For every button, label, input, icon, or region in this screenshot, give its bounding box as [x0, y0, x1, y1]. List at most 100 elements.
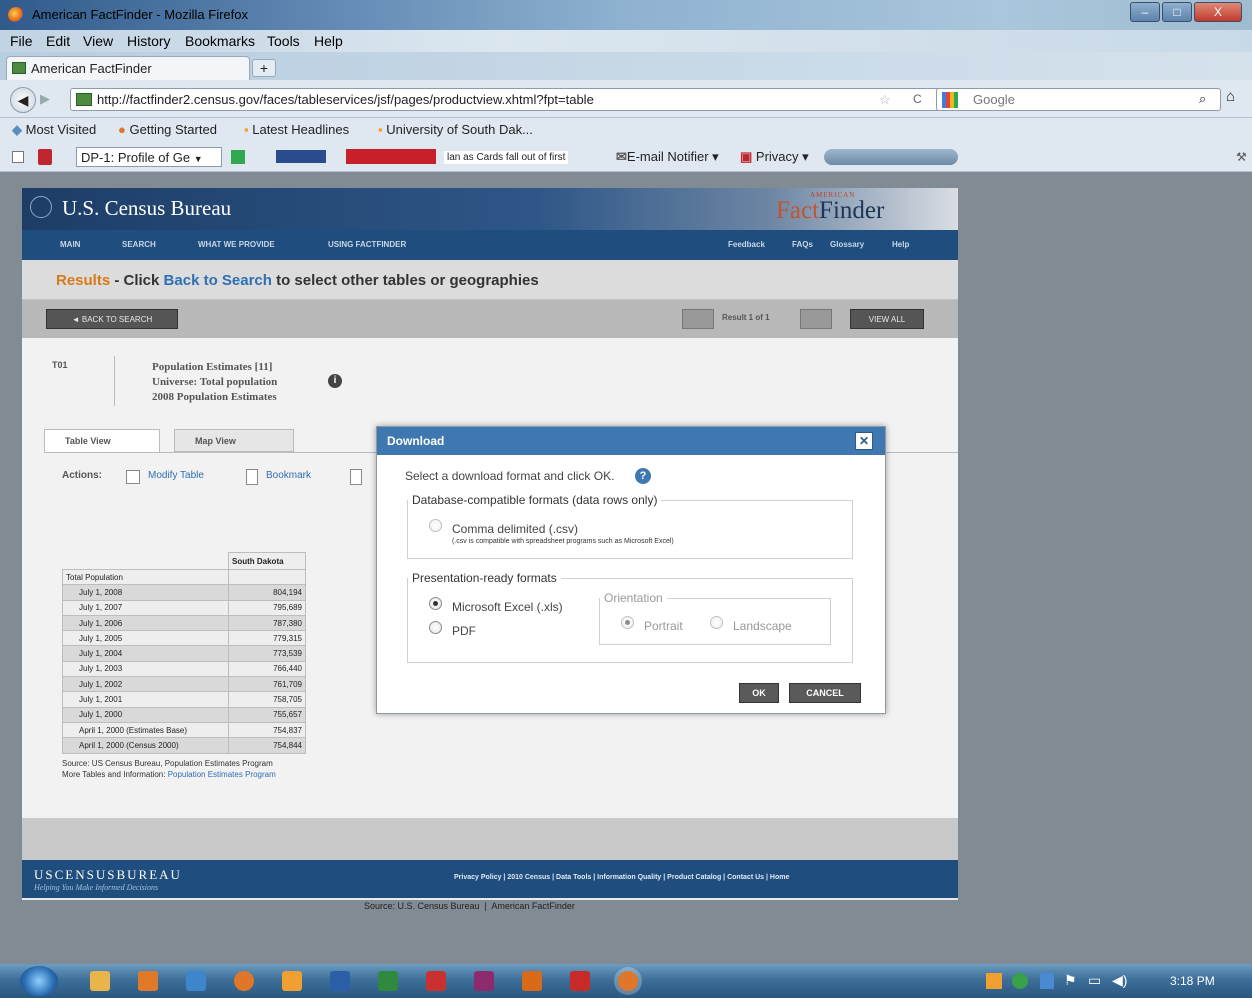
back-to-search-link[interactable]: Back to Search	[164, 272, 272, 289]
word-icon[interactable]	[330, 971, 350, 991]
xls-radio[interactable]	[429, 597, 442, 610]
nav-help[interactable]: Help	[892, 240, 909, 249]
bookmark-getting-started[interactable]: ● Getting Started	[118, 122, 217, 137]
network-icon[interactable]: ▭	[1088, 972, 1101, 989]
view-all-button[interactable]: VIEW ALL	[850, 309, 924, 329]
landscape-radio[interactable]	[710, 616, 723, 629]
menu-tools[interactable]: Tools	[267, 33, 300, 49]
acrobat-icon[interactable]	[426, 971, 446, 991]
tray-outlook-icon[interactable]	[986, 973, 1002, 989]
previous-result-button[interactable]	[682, 309, 714, 329]
tray-update-icon[interactable]	[1012, 973, 1028, 989]
nav-using-factfinder[interactable]: USING FACTFINDER	[328, 240, 406, 249]
volume-icon[interactable]: ◀)	[1112, 972, 1127, 989]
flag-icon[interactable]: ⚑	[1064, 972, 1077, 989]
tray-shield-icon[interactable]	[1040, 973, 1054, 989]
addon-slider[interactable]	[824, 149, 958, 165]
download-icon[interactable]	[350, 469, 362, 485]
wrench-icon[interactable]: ⚒	[1236, 150, 1247, 164]
search-box[interactable]: Google ⌕	[936, 88, 1221, 111]
nav-faqs[interactable]: FAQs	[792, 240, 813, 249]
cardinals-logo-icon[interactable]	[346, 149, 436, 164]
footer-logo[interactable]: USCENSUSBUREAU	[34, 867, 182, 883]
outlook-icon[interactable]	[282, 971, 302, 991]
next-result-button[interactable]	[800, 309, 832, 329]
footer-home[interactable]: Home	[770, 874, 789, 881]
nav-what-we-provide[interactable]: WHAT WE PROVIDE	[198, 240, 275, 249]
privacy-menu[interactable]: ▣ Privacy ▾	[740, 149, 809, 165]
home-icon[interactable]: ⌂	[1226, 88, 1246, 110]
mlb-logo-icon[interactable]	[276, 150, 326, 163]
forward-arrow-icon[interactable]: ▶	[40, 91, 60, 109]
menu-history[interactable]: History	[127, 33, 171, 49]
excel-icon[interactable]	[378, 971, 398, 991]
bookmark-link[interactable]: Bookmark	[266, 470, 311, 481]
maximize-button[interactable]: □	[1162, 2, 1192, 22]
start-button-icon[interactable]	[20, 966, 58, 996]
minimize-button[interactable]: –	[1130, 2, 1160, 22]
firefox-active-icon[interactable]	[618, 971, 638, 991]
menu-help[interactable]: Help	[314, 33, 343, 49]
email-notifier[interactable]: ✉E-mail Notifier ▾	[616, 149, 719, 165]
bookmark-most-visited[interactable]: ◆ Most Visited	[12, 122, 96, 138]
bookmark-latest-headlines[interactable]: ▪ Latest Headlines	[244, 122, 349, 137]
footer-data-tools[interactable]: Data Tools	[556, 874, 591, 881]
census-bureau-logo[interactable]: U.S. Census Bureau	[62, 196, 231, 221]
news-ticker[interactable]: lan as Cards fall out of first	[444, 151, 569, 164]
xls-label[interactable]: Microsoft Excel (.xls)	[452, 600, 563, 614]
nav-search[interactable]: SEARCH	[122, 240, 156, 249]
footer-privacy-policy[interactable]: Privacy Policy	[454, 874, 501, 881]
info-icon[interactable]: i	[328, 374, 342, 388]
magnifier-icon[interactable]: ⌕	[1199, 91, 1206, 107]
pdf-label[interactable]: PDF	[452, 624, 476, 638]
portrait-radio[interactable]	[621, 616, 634, 629]
footer-information-quality[interactable]: Information Quality	[597, 874, 661, 881]
menu-file[interactable]: File	[10, 33, 33, 49]
modify-table-link[interactable]: Modify Table	[148, 470, 204, 481]
nav-glossary[interactable]: Glossary	[830, 240, 864, 249]
gift-icon[interactable]	[38, 149, 52, 165]
menu-edit[interactable]: Edit	[46, 33, 70, 49]
back-arrow-icon[interactable]: ◀	[10, 87, 36, 113]
tab-table-view[interactable]: Table View	[44, 429, 160, 452]
reload-icon[interactable]: C	[913, 92, 922, 106]
pdf-radio[interactable]	[429, 621, 442, 634]
bookmark-university[interactable]: ▪ University of South Dak...	[378, 122, 533, 137]
onenote-icon[interactable]	[474, 971, 494, 991]
landscape-label[interactable]: Landscape	[733, 619, 792, 633]
profile-dropdown[interactable]: DP-1: Profile of Ge ▼	[76, 147, 222, 167]
powerpoint-icon[interactable]	[522, 971, 542, 991]
acrobat-reader-icon[interactable]	[570, 971, 590, 991]
csv-label[interactable]: Comma delimited (.csv)	[452, 522, 578, 536]
footer-contact-us[interactable]: Contact Us	[727, 874, 764, 881]
url-bar[interactable]: http://factfinder2.census.gov/faces/tabl…	[70, 88, 966, 111]
population-estimates-link[interactable]: Population Estimates Program	[168, 770, 276, 779]
media-player-icon[interactable]	[138, 971, 158, 991]
internet-explorer-icon[interactable]	[186, 971, 206, 991]
green-addon-icon[interactable]	[231, 150, 245, 164]
firefox-taskbar-icon[interactable]	[234, 971, 254, 991]
table-year: 2008 Population Estimates	[152, 391, 277, 403]
explorer-icon[interactable]	[90, 971, 110, 991]
star-icon[interactable]: ☆	[879, 92, 891, 108]
tab-american-factfinder[interactable]: American FactFinder	[6, 56, 250, 80]
help-icon[interactable]: ?	[635, 468, 651, 484]
nav-feedback[interactable]: Feedback	[728, 240, 765, 249]
clock[interactable]: 3:18 PM	[1170, 974, 1215, 988]
csv-radio[interactable]	[429, 519, 442, 532]
tab-map-view[interactable]: Map View	[174, 429, 294, 452]
nav-main[interactable]: MAIN	[60, 240, 80, 249]
cancel-button[interactable]: CANCEL	[789, 683, 861, 703]
page-icon[interactable]	[12, 151, 24, 163]
back-to-search-button[interactable]: ◄ BACK TO SEARCH	[46, 309, 178, 329]
close-window-button[interactable]: X	[1194, 2, 1242, 22]
footer-2010-census[interactable]: 2010 Census	[507, 874, 550, 881]
menu-view[interactable]: View	[83, 33, 113, 49]
factfinder-logo[interactable]: FactFinder	[776, 197, 884, 225]
dialog-close-button[interactable]: ✕	[855, 432, 873, 450]
footer-product-catalog[interactable]: Product Catalog	[667, 874, 721, 881]
new-tab-button[interactable]: +	[252, 59, 276, 77]
portrait-label[interactable]: Portrait	[644, 619, 683, 633]
menu-bookmarks[interactable]: Bookmarks	[185, 33, 255, 49]
ok-button[interactable]: OK	[739, 683, 779, 703]
